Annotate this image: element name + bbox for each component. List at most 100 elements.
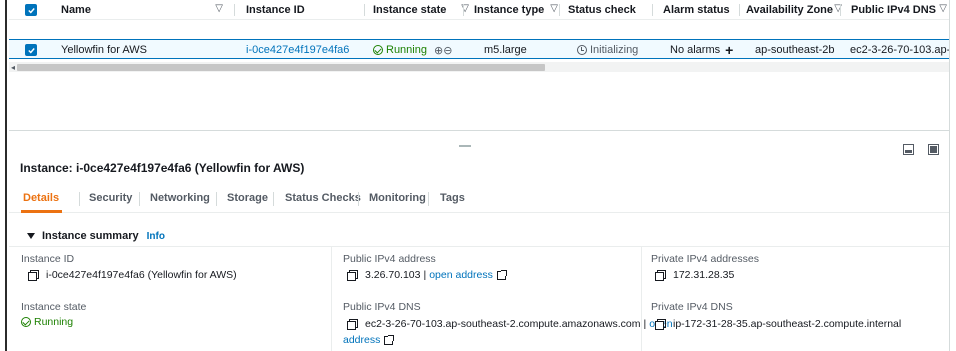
copy-icon[interactable]: [347, 319, 358, 330]
external-link-icon[interactable]: [384, 334, 395, 345]
cell-alarm-status: No alarms +: [670, 40, 733, 60]
caret-down-icon: [27, 233, 35, 239]
column-header-status-check[interactable]: Status check: [568, 0, 648, 20]
public-dns-value-wrap: address: [343, 334, 395, 346]
active-tab-indicator: [21, 210, 62, 213]
column-status-check-label: Status check: [568, 4, 636, 16]
column-instance-state-label: Instance state: [373, 4, 447, 16]
column-header-availability-zone[interactable]: Availability Zone ▽: [746, 0, 842, 20]
sort-icon[interactable]: ▽: [939, 3, 947, 14]
right-window-frame: [949, 0, 956, 351]
column-header-public-dns[interactable]: Public IPv4 DNS ▽: [851, 0, 951, 20]
tab-divider: [273, 192, 274, 206]
alarm-status-text: No alarms: [670, 44, 721, 56]
column-divider: [840, 4, 841, 16]
detail-tabs: Details Security Networking Storage Stat…: [9, 183, 949, 213]
copy-icon[interactable]: [28, 270, 39, 281]
panel-position-controls: [903, 144, 939, 155]
column-header-instance-id[interactable]: Instance ID: [246, 0, 366, 20]
add-alarm-plus-icon[interactable]: +: [725, 43, 733, 57]
cell-status-check: Initializing: [577, 40, 638, 60]
tab-storage[interactable]: Storage: [227, 183, 268, 213]
column-divider: [652, 4, 653, 16]
tab-security[interactable]: Security: [89, 183, 132, 213]
copy-icon[interactable]: [347, 270, 358, 281]
cell-public-dns: ec2-3-26-70-103.ap-s...: [850, 44, 949, 56]
sort-icon[interactable]: ▽: [215, 3, 223, 14]
external-link-icon[interactable]: [496, 269, 507, 280]
public-dns-text: ec2-3-26-70-103.ap-southeast-2.compute.a…: [365, 318, 641, 330]
horizontal-scrollbar-thumb[interactable]: [17, 64, 545, 71]
public-dns-value: ec2-3-26-70-103.ap-southeast-2.compute.a…: [347, 318, 673, 330]
tab-status-checks[interactable]: Status Checks: [285, 183, 361, 213]
tab-divider: [428, 192, 429, 206]
cell-instance-state: Running ⊕⊖: [373, 40, 452, 60]
instance-state-label: Instance state: [21, 301, 87, 313]
running-check-icon: [21, 317, 31, 327]
panel-bottom-icon[interactable]: [903, 144, 914, 155]
cell-name: Yellowfin for AWS: [61, 44, 148, 56]
column-divider: [364, 4, 365, 16]
tab-details[interactable]: Details: [23, 183, 59, 213]
column-divider: [559, 4, 560, 16]
instance-id-text: i-0ce427e4f197e4fa6 (Yellowfin for AWS): [46, 269, 237, 281]
table-header: Name ▽ Instance ID Instance state ▽ Inst…: [9, 0, 949, 20]
public-ip-text: 3.26.70.103: [365, 269, 421, 281]
summary-heading: Instance summary: [42, 230, 139, 242]
scroll-left-arrow-icon[interactable]: ◂: [9, 62, 17, 72]
instance-state-value: Running: [21, 316, 73, 328]
private-dns-label: Private IPv4 DNS: [651, 301, 733, 313]
instance-id-value: i-0ce427e4f197e4fa6 (Yellowfin for AWS): [28, 269, 237, 281]
open-address-link[interactable]: open address: [429, 269, 493, 281]
column-header-alarm-status[interactable]: Alarm status: [663, 0, 739, 20]
copy-icon[interactable]: [655, 270, 666, 281]
zoom-in-out-icon[interactable]: ⊕⊖: [434, 44, 452, 57]
column-divider: [739, 4, 740, 16]
info-link[interactable]: Info: [147, 231, 165, 242]
panel-side-icon[interactable]: [928, 144, 939, 155]
public-ip-value: 3.26.70.103 | open address: [347, 269, 507, 281]
column-divider: [463, 4, 464, 16]
column-name-label: Name: [61, 4, 91, 16]
summary-divider: [9, 246, 949, 247]
cell-instance-type: m5.large: [484, 44, 527, 56]
tab-divider: [139, 192, 140, 206]
column-header-instance-state[interactable]: Instance state ▽: [373, 0, 469, 20]
row-checkbox[interactable]: [25, 40, 37, 60]
tab-divider: [358, 192, 359, 206]
status-check-text: Initializing: [590, 44, 639, 56]
split-panel-divider: [9, 130, 949, 155]
private-dns-text: ip-172-31-28-35.ap-southeast-2.compute.i…: [673, 318, 902, 330]
instance-summary-toggle[interactable]: Instance summary Info: [27, 230, 165, 242]
sort-icon[interactable]: ▽: [550, 3, 558, 14]
detail-title: Instance: i-0ce427e4f197e4fa6 (Yellowfin…: [20, 161, 305, 175]
private-ip-text: 172.31.28.35: [673, 269, 735, 281]
open-address-link[interactable]: address: [343, 334, 380, 346]
tab-networking[interactable]: Networking: [150, 183, 210, 213]
column-header-name[interactable]: Name ▽: [61, 0, 231, 20]
separator: |: [423, 269, 427, 281]
table-row[interactable]: Yellowfin for AWS i-0ce427e4f197e4fa6 Ru…: [9, 39, 949, 59]
column-divider: [234, 4, 235, 16]
separator: |: [643, 318, 647, 330]
tab-monitoring[interactable]: Monitoring: [369, 183, 426, 213]
copy-icon[interactable]: [655, 319, 666, 330]
column-divider: [641, 247, 642, 351]
running-check-icon: [373, 45, 383, 55]
column-instance-id-label: Instance ID: [246, 4, 305, 16]
public-ip-label: Public IPv4 address: [343, 253, 436, 265]
column-header-instance-type[interactable]: Instance type ▽: [474, 0, 558, 20]
column-divider: [331, 247, 332, 351]
private-ip-value: 172.31.28.35: [655, 269, 734, 281]
column-instance-type-label: Instance type: [474, 4, 545, 16]
public-dns-label: Public IPv4 DNS: [343, 301, 421, 313]
header-select-all-checkbox[interactable]: [25, 0, 37, 20]
tab-divider: [216, 192, 217, 206]
tab-divider: [79, 192, 80, 206]
private-ip-label: Private IPv4 addresses: [651, 253, 759, 265]
column-public-dns-label: Public IPv4 DNS: [851, 4, 936, 16]
drag-handle-icon[interactable]: [459, 145, 471, 147]
instance-id-label: Instance ID: [21, 253, 75, 265]
tab-tags[interactable]: Tags: [440, 183, 465, 213]
cell-instance-id-link[interactable]: i-0ce427e4f197e4fa6: [246, 40, 349, 60]
